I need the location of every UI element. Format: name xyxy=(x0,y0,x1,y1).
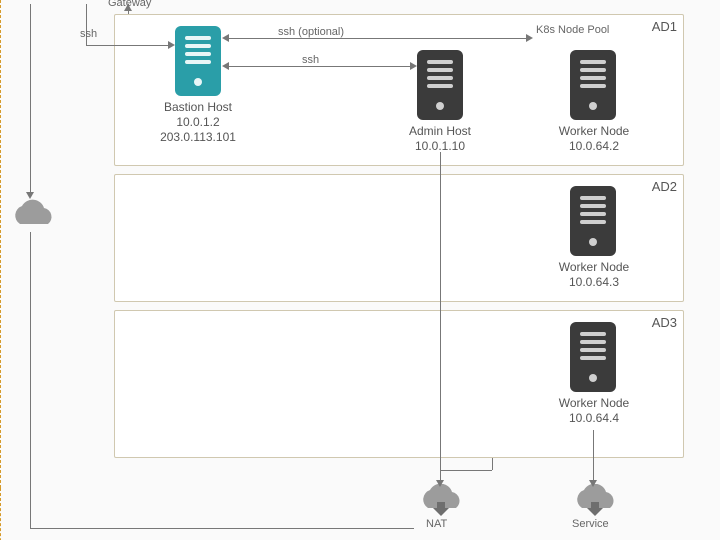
arrow-icon xyxy=(526,34,533,42)
nat-label: NAT xyxy=(426,518,447,530)
connector xyxy=(30,528,414,529)
worker2-name: Worker Node xyxy=(559,260,629,274)
worker1-name: Worker Node xyxy=(559,124,629,138)
bastion-ip1: 10.0.1.2 xyxy=(176,115,219,129)
connector xyxy=(593,430,594,482)
column-line xyxy=(0,488,1,540)
admin-ip: 10.0.1.10 xyxy=(415,139,465,153)
worker1-server-icon xyxy=(570,50,616,120)
admin-label: Admin Host 10.0.1.10 xyxy=(398,124,482,154)
arrow-icon xyxy=(222,34,229,42)
admin-server-icon xyxy=(417,50,463,120)
ad3-label: AD3 xyxy=(652,315,677,330)
arrow-icon xyxy=(410,62,417,70)
bastion-ip2: 203.0.113.101 xyxy=(160,130,236,144)
worker3-label: Worker Node 10.0.64.4 xyxy=(548,396,640,426)
admin-name: Admin Host xyxy=(409,124,471,138)
worker3-ip: 10.0.64.4 xyxy=(569,411,619,425)
column-line xyxy=(0,0,1,488)
bastion-name: Bastion Host xyxy=(164,100,232,114)
worker1-label: Worker Node 10.0.64.2 xyxy=(548,124,640,154)
diagram-canvas: Gateway AD1 AD2 AD3 K8s Node Pool Bastio… xyxy=(0,0,720,540)
bastion-server-icon xyxy=(175,26,221,96)
worker3-name: Worker Node xyxy=(559,396,629,410)
arrow-icon xyxy=(436,480,444,487)
worker2-server-icon xyxy=(570,186,616,256)
arrow-icon xyxy=(589,480,597,487)
arrow-icon xyxy=(26,192,34,199)
arrow-icon xyxy=(124,4,132,11)
worker3-server-icon xyxy=(570,322,616,392)
ssh-label-1: ssh xyxy=(80,28,97,40)
ssh-optional-label: ssh (optional) xyxy=(276,26,346,38)
nat-cloud-icon xyxy=(414,484,464,518)
k8s-pool-label: K8s Node Pool xyxy=(534,24,611,36)
ad1-label: AD1 xyxy=(652,19,677,34)
worker2-ip: 10.0.64.3 xyxy=(569,275,619,289)
connector xyxy=(30,4,31,194)
arrow-icon xyxy=(168,41,175,49)
connector xyxy=(492,458,493,470)
connector xyxy=(86,45,170,46)
ssh-label-2: ssh xyxy=(300,54,321,66)
service-cloud-icon xyxy=(568,484,618,518)
service-label: Service xyxy=(572,518,609,530)
connector xyxy=(440,470,492,471)
worker2-label: Worker Node 10.0.64.3 xyxy=(548,260,640,290)
connector xyxy=(224,66,412,67)
worker1-ip: 10.0.64.2 xyxy=(569,139,619,153)
arrow-icon xyxy=(222,62,229,70)
internet-cloud-icon xyxy=(6,198,56,232)
connector xyxy=(30,232,31,528)
connector xyxy=(440,152,441,482)
bastion-label: Bastion Host 10.0.1.2 203.0.113.101 xyxy=(148,100,248,145)
connector xyxy=(224,38,528,39)
ad2-label: AD2 xyxy=(652,179,677,194)
